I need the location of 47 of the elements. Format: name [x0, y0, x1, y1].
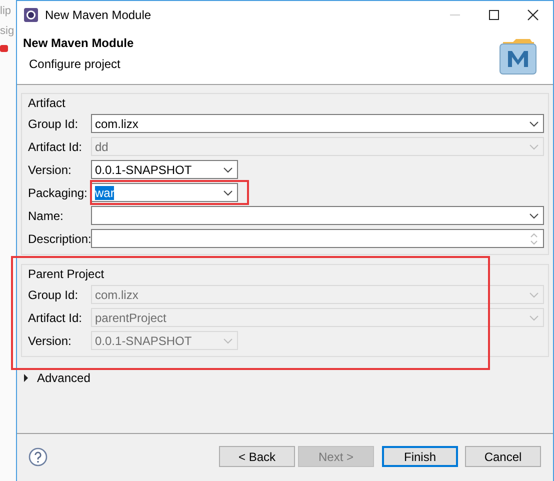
- chevron-down-icon: [529, 212, 539, 218]
- combo-box[interactable]: 0.0.1-SNAPSHOT: [91, 160, 238, 179]
- background-text: sig: [0, 25, 16, 37]
- dialog-button[interactable]: Finish: [382, 446, 458, 467]
- field-label: Version:: [28, 162, 72, 176]
- window-title: New Maven Module: [45, 8, 152, 22]
- group-title: Artifact: [28, 96, 66, 110]
- expander[interactable]: Advanced: [23, 371, 90, 385]
- chevron-down-icon: [529, 120, 539, 126]
- field-label: Version:: [28, 334, 72, 348]
- triangle-right-icon: [23, 374, 29, 382]
- close-icon: [527, 8, 539, 20]
- field-value: parentProject: [95, 310, 166, 324]
- field-label: Description:: [28, 232, 91, 246]
- maximize-icon: [488, 8, 500, 20]
- group-title: Parent Project: [28, 267, 106, 281]
- dialog-button[interactable]: < Back: [219, 446, 295, 467]
- field-value: 0.0.1-SNAPSHOT: [95, 334, 192, 348]
- page-title: New Maven Module: [23, 36, 134, 50]
- combo-box[interactable]: war: [91, 183, 238, 202]
- chevron-down-icon: [223, 166, 233, 172]
- chevron-down-icon: [223, 338, 233, 344]
- marker-icon: [0, 45, 8, 52]
- field-label: Artifact Id:: [28, 310, 84, 324]
- field-label: Packaging:: [28, 186, 88, 200]
- combo-box[interactable]: com.lizx: [91, 114, 544, 133]
- spinner-arrows-icon: [529, 230, 539, 246]
- field-label: Artifact Id:: [28, 140, 84, 154]
- chevron-down-icon: [529, 144, 539, 150]
- chevron-down-icon: [529, 314, 539, 320]
- field-label: Group Id:: [28, 116, 80, 130]
- field-label: Name:: [28, 208, 64, 222]
- selected-text: war: [95, 186, 114, 200]
- field-value: com.lizx: [95, 288, 138, 302]
- dialog-button[interactable]: Cancel: [465, 446, 541, 467]
- combo-box[interactable]: [91, 206, 544, 225]
- background-text: lip: [0, 5, 12, 17]
- app-icon: [23, 6, 39, 22]
- spinner-field[interactable]: [91, 229, 544, 248]
- field-value: 0.0.1-SNAPSHOT: [95, 162, 192, 176]
- field-value: dd: [95, 140, 108, 154]
- chevron-down-icon: [529, 292, 539, 298]
- chevron-down-icon: [223, 190, 233, 196]
- help-icon: [28, 446, 48, 466]
- field-value: com.lizx: [95, 116, 138, 130]
- field-label: Group Id:: [28, 288, 80, 302]
- page-description: Configure project: [29, 57, 122, 71]
